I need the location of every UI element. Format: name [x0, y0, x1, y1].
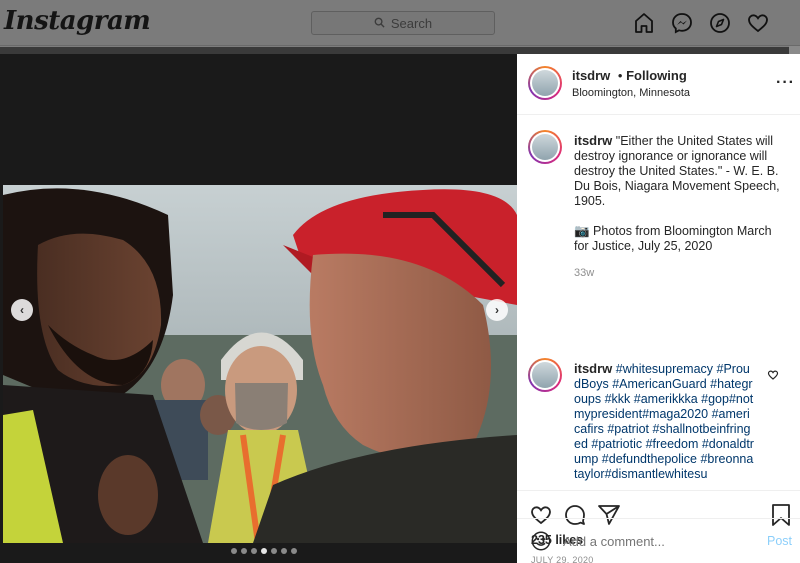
- header-username[interactable]: itsdrw: [572, 68, 610, 83]
- comment-hashtags[interactable]: #whitesupremacy #ProudBoys #AmericanGuar…: [574, 362, 754, 481]
- carousel-dot: [281, 548, 287, 554]
- heart-icon[interactable]: [746, 11, 770, 35]
- post-comment-button[interactable]: Post: [767, 534, 792, 548]
- comment-like-icon[interactable]: [767, 368, 779, 386]
- carousel-dot: [251, 548, 257, 554]
- emoji-icon[interactable]: [530, 530, 552, 557]
- page-edge: [789, 46, 800, 54]
- top-navigation-bar: Instagram Search: [0, 0, 800, 46]
- previous-image-button[interactable]: ‹: [11, 299, 33, 321]
- nav-icons: [632, 11, 770, 35]
- post-location[interactable]: Bloomington, Minnesota: [572, 87, 690, 99]
- caption-photos-note: 📷 Photos from Bloomington March for Just…: [574, 224, 772, 253]
- comment-username[interactable]: itsdrw: [574, 361, 612, 376]
- next-image-button[interactable]: ›: [486, 299, 508, 321]
- add-comment-bar: Post: [517, 518, 800, 563]
- carousel-dot: [291, 548, 297, 554]
- comment-input[interactable]: [563, 531, 753, 551]
- post-media-area: ‹ ›: [0, 54, 517, 563]
- following-button[interactable]: Following: [626, 68, 687, 83]
- avatar[interactable]: [528, 66, 562, 100]
- avatar[interactable]: [528, 130, 562, 164]
- chevron-right-icon: ›: [495, 303, 499, 317]
- comments-list[interactable]: itsdrw "Either the United States will de…: [517, 116, 800, 490]
- home-icon[interactable]: [632, 11, 656, 35]
- chevron-left-icon: ‹: [20, 303, 24, 317]
- post-details-panel: itsdrw • Following Bloomington, Minnesot…: [517, 54, 800, 563]
- carousel-dot: [241, 548, 247, 554]
- separator-dot: •: [617, 68, 623, 83]
- more-options-icon[interactable]: ···: [776, 74, 795, 92]
- explore-icon[interactable]: [708, 11, 732, 35]
- messenger-icon[interactable]: [670, 11, 694, 35]
- avatar[interactable]: [528, 358, 562, 392]
- caption-username[interactable]: itsdrw: [574, 133, 612, 148]
- instagram-logo[interactable]: Instagram: [4, 6, 151, 36]
- carousel-dot: [271, 548, 277, 554]
- search-placeholder: Search: [390, 15, 433, 31]
- carousel-dot: [231, 548, 237, 554]
- search-icon: [374, 16, 385, 31]
- feed-background: [0, 47, 800, 54]
- post-photo[interactable]: [3, 185, 517, 543]
- carousel-indicator: [231, 548, 297, 554]
- search-box[interactable]: Search: [311, 11, 495, 35]
- caption-age: 33w: [574, 267, 595, 279]
- post-header: itsdrw • Following Bloomington, Minnesot…: [517, 54, 800, 115]
- carousel-dot: [261, 548, 267, 554]
